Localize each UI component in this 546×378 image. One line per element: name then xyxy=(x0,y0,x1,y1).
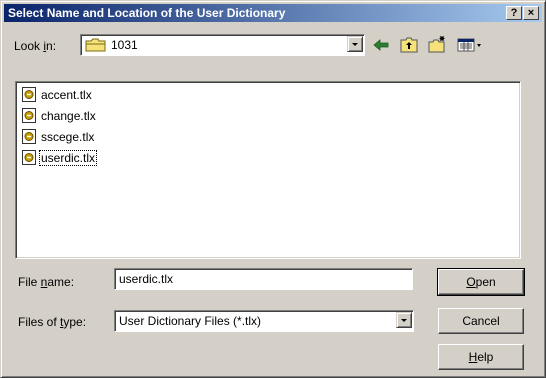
look-in-dropdown[interactable]: 1031 xyxy=(80,34,365,56)
files-of-type-dropdown[interactable]: User Dictionary Files (*.tlx) xyxy=(114,310,414,332)
look-in-label: Look in: xyxy=(14,39,57,53)
files-of-type-label: Files of type: xyxy=(18,315,87,329)
dictionary-file-icon xyxy=(22,87,36,105)
new-folder-icon[interactable] xyxy=(427,35,447,55)
file-name: accent.tlx xyxy=(41,88,92,102)
folder-icon xyxy=(85,38,107,55)
file-list[interactable]: accent.tlx change.tlx sscege.tlx userdic… xyxy=(15,81,521,259)
file-dialog-window: Select Name and Location of the User Dic… xyxy=(0,0,546,378)
help-button[interactable]: Help xyxy=(438,344,524,370)
file-name-input[interactable]: userdic.tlx xyxy=(114,268,413,290)
open-button[interactable]: Open xyxy=(437,268,525,296)
views-menu-icon[interactable] xyxy=(456,35,484,55)
window-title: Select Name and Location of the User Dic… xyxy=(8,6,286,20)
cancel-button[interactable]: Cancel xyxy=(438,308,524,334)
file-name: userdic.tlx xyxy=(38,150,98,166)
file-name-value: userdic.tlx xyxy=(119,272,174,286)
file-name-label: File name: xyxy=(18,275,75,289)
file-name: change.tlx xyxy=(41,109,96,123)
dictionary-file-icon xyxy=(22,150,36,168)
up-folder-icon[interactable] xyxy=(399,35,419,55)
dictionary-file-icon xyxy=(22,129,36,147)
title-bar[interactable]: Select Name and Location of the User Dic… xyxy=(4,4,542,22)
back-icon[interactable] xyxy=(371,35,391,55)
look-in-value: 1031 xyxy=(111,38,138,52)
files-of-type-dropdown-arrow[interactable] xyxy=(396,312,412,328)
file-name: sscege.tlx xyxy=(41,130,95,144)
files-of-type-value: User Dictionary Files (*.tlx) xyxy=(119,314,262,328)
help-title-button[interactable]: ? xyxy=(506,6,522,20)
dictionary-file-icon xyxy=(22,108,36,126)
look-in-dropdown-arrow[interactable] xyxy=(347,36,363,52)
close-button[interactable]: × xyxy=(523,6,539,20)
